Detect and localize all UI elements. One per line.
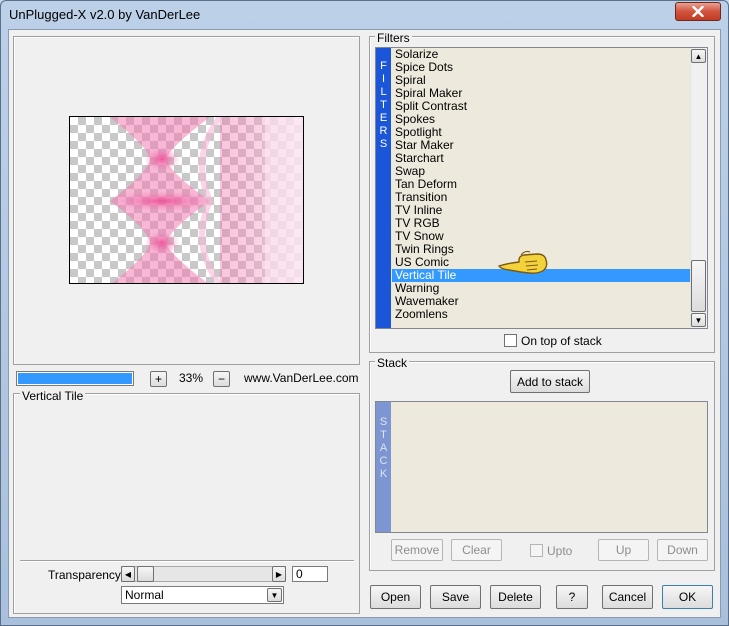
- clear-button[interactable]: Clear: [451, 539, 502, 561]
- zoom-in-button[interactable]: +: [150, 371, 167, 387]
- stack-title: Stack: [375, 356, 410, 370]
- sidebar-letter: I: [381, 73, 386, 85]
- preview-image[interactable]: [69, 116, 304, 284]
- ok-button[interactable]: OK: [662, 585, 713, 609]
- scroll-down-arrow-icon[interactable]: ▼: [691, 313, 706, 327]
- stack-sidebar: S T A C K: [376, 402, 391, 532]
- remove-button[interactable]: Remove: [391, 539, 443, 561]
- close-icon: [692, 6, 704, 17]
- window-title: UnPlugged-X v2.0 by VanDerLee: [9, 7, 201, 22]
- filter-items: Solarize Spice Dots Spiral Spiral Maker …: [392, 48, 690, 321]
- on-top-checkbox[interactable]: [504, 334, 517, 347]
- slider-left-arrow-icon[interactable]: ◀: [121, 566, 135, 582]
- down-button[interactable]: Down: [657, 539, 708, 561]
- stack-list[interactable]: [375, 401, 708, 533]
- list-item[interactable]: Spice Dots: [392, 61, 690, 74]
- sidebar-letter: F: [380, 60, 387, 72]
- transparency-label: Transparency: [48, 568, 121, 582]
- on-top-label: On top of stack: [521, 334, 602, 348]
- zoom-out-button[interactable]: −: [213, 371, 230, 387]
- list-item[interactable]: Zoomlens: [392, 308, 690, 321]
- sidebar-letter: S: [379, 138, 388, 150]
- filters-title: Filters: [375, 31, 412, 45]
- zoom-level: 33%: [178, 371, 204, 385]
- progress-fill: [18, 373, 132, 384]
- current-filter-label: Vertical Tile: [20, 389, 86, 403]
- sidebar-letter: E: [379, 112, 388, 124]
- help-button[interactable]: ?: [556, 585, 588, 609]
- sidebar-letter: T: [380, 429, 387, 441]
- blend-mode-select[interactable]: Normal: [121, 586, 284, 604]
- sidebar-letter: R: [379, 125, 388, 137]
- list-item[interactable]: Starchart: [392, 152, 690, 165]
- sidebar-letter: T: [380, 99, 387, 111]
- cancel-button[interactable]: Cancel: [602, 585, 653, 609]
- slider-right-arrow-icon[interactable]: ▶: [272, 566, 286, 582]
- scroll-thumb[interactable]: [691, 260, 706, 312]
- sidebar-letter: C: [379, 455, 388, 467]
- transparency-input[interactable]: 0: [292, 566, 328, 582]
- scroll-up-arrow-icon[interactable]: ▲: [691, 49, 706, 63]
- save-button[interactable]: Save: [430, 585, 481, 609]
- up-button[interactable]: Up: [598, 539, 649, 561]
- sidebar-letter: K: [379, 468, 388, 480]
- preview-pattern: [107, 117, 303, 283]
- upto-label: Upto: [547, 544, 573, 558]
- slider-thumb[interactable]: [137, 566, 154, 582]
- delete-button[interactable]: Delete: [490, 585, 541, 609]
- sidebar-letter: A: [379, 442, 388, 454]
- filters-sidebar: F I L T E R S: [376, 48, 391, 328]
- sidebar-letter: S: [379, 416, 388, 428]
- upto-checkbox[interactable]: [530, 544, 543, 557]
- progress-bar: [16, 371, 134, 386]
- pointing-hand-icon: [497, 248, 549, 276]
- divider: [20, 560, 354, 562]
- sidebar-letter: L: [380, 86, 387, 98]
- open-button[interactable]: Open: [370, 585, 421, 609]
- title-bar[interactable]: UnPlugged-X v2.0 by VanDerLee: [0, 0, 729, 28]
- website-link[interactable]: www.VanDerLee.com: [244, 371, 359, 385]
- close-button[interactable]: [675, 2, 721, 21]
- add-to-stack-button[interactable]: Add to stack: [510, 370, 590, 393]
- list-item[interactable]: Split Contrast: [392, 100, 690, 113]
- chevron-down-icon[interactable]: ▼: [267, 588, 282, 602]
